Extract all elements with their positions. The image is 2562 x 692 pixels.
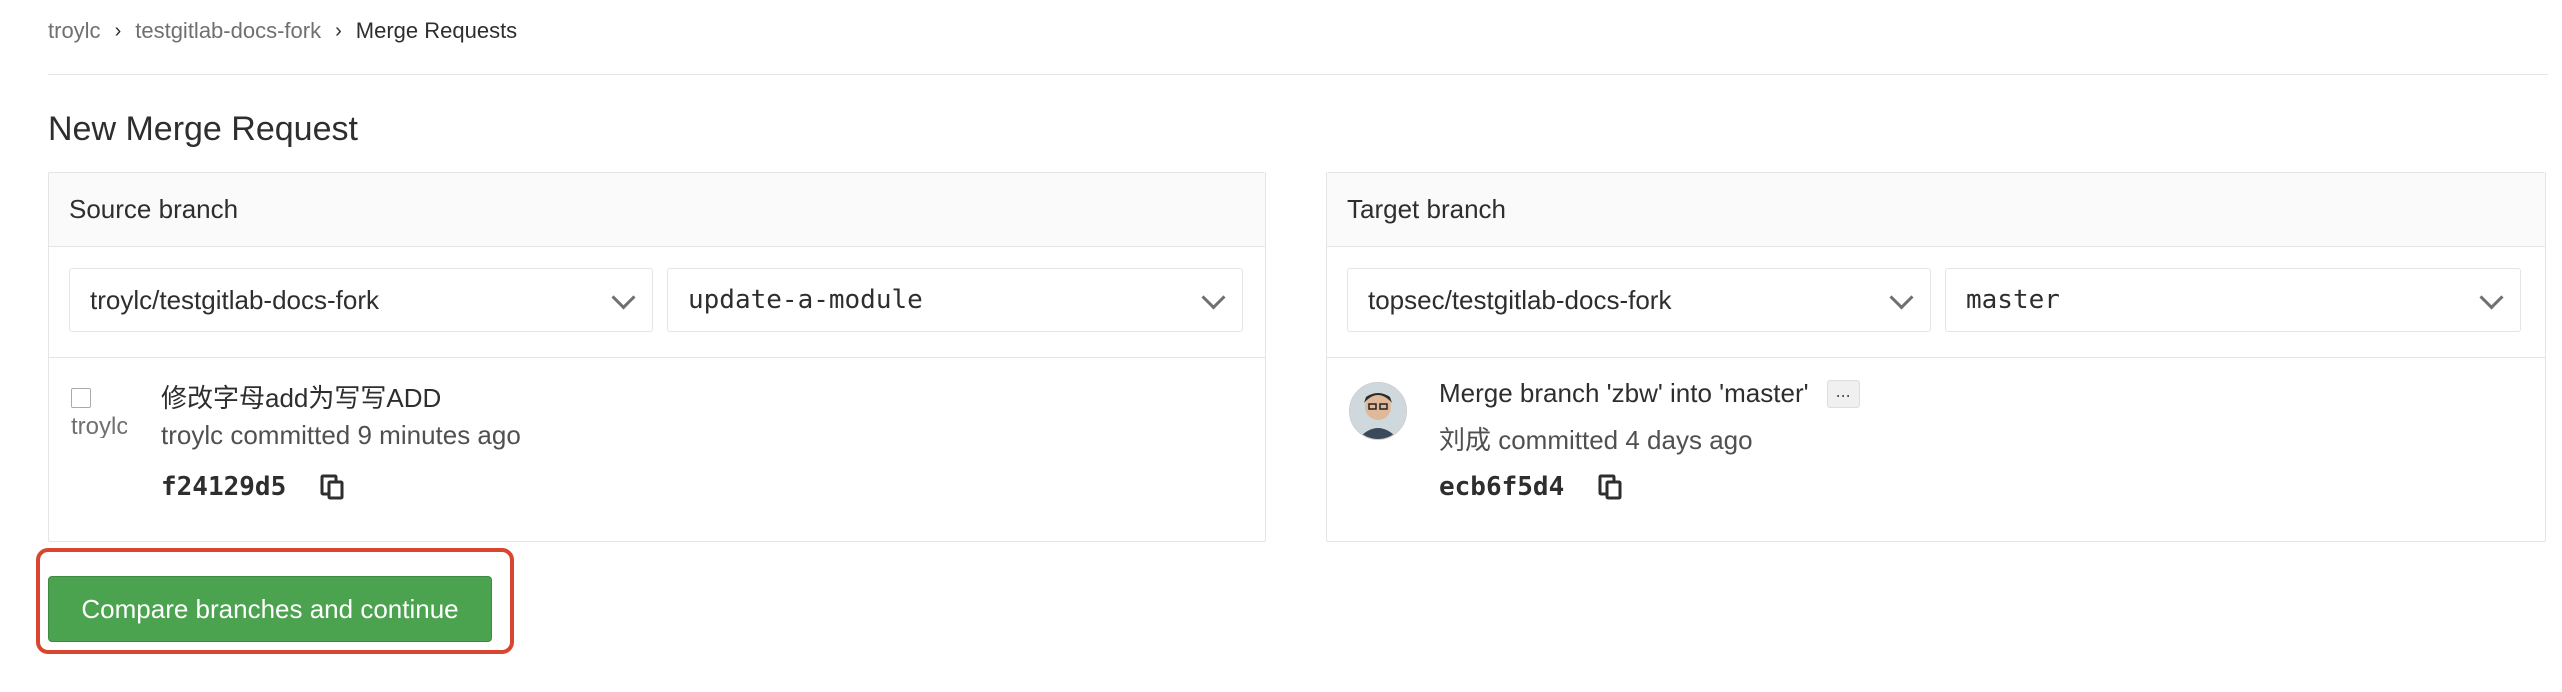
target-project-dropdown[interactable]: topsec/testgitlab-docs-fork [1347, 268, 1931, 332]
target-branch-panel: Target branch topsec/testgitlab-docs-for… [1326, 172, 2546, 542]
page-title: New Merge Request [48, 110, 358, 148]
target-commit: Merge branch 'zbw' into 'master' ... 刘成 … [1327, 358, 2545, 542]
commit-sha[interactable]: f24129d5 [161, 472, 286, 502]
source-branch-panel: Source branch troylc/testgitlab-docs-for… [48, 172, 1266, 542]
chevron-down-icon [1201, 285, 1226, 310]
source-branch-dropdown[interactable]: update-a-module [667, 268, 1243, 332]
target-branch-value: master [1966, 285, 2060, 315]
compare-branches-button[interactable]: Compare branches and continue [48, 576, 492, 642]
source-commit: troylc 修改字母add为写写ADD troylc committed 9 … [49, 358, 1265, 542]
breadcrumb-link-user[interactable]: troylc [48, 18, 101, 44]
commit-sha-row: ecb6f5d4 [1439, 472, 1624, 502]
commit-sha-row: f24129d5 [161, 472, 346, 502]
commit-sha[interactable]: ecb6f5d4 [1439, 472, 1564, 502]
source-selects: troylc/testgitlab-docs-fork update-a-mod… [49, 247, 1265, 358]
copy-icon[interactable] [1596, 473, 1624, 501]
target-branch-header: Target branch [1327, 173, 2545, 247]
avatar: troylc [71, 382, 127, 438]
breadcrumb: troylc › testgitlab-docs-fork › Merge Re… [48, 14, 517, 48]
copy-icon[interactable] [318, 473, 346, 501]
chevron-right-icon: › [114, 19, 122, 42]
commit-meta: 刘成 committed 4 days ago [1439, 425, 1753, 455]
expand-commit-button[interactable]: ... [1826, 379, 1860, 408]
chevron-down-icon [2479, 285, 2504, 310]
commit-title[interactable]: 修改字母add为写写ADD [161, 378, 441, 415]
commit-title-text: 修改字母add为写写ADD [161, 383, 442, 413]
header-divider [48, 74, 2548, 75]
avatar [1349, 382, 1407, 440]
target-project-value: topsec/testgitlab-docs-fork [1368, 284, 1672, 315]
breadcrumb-current[interactable]: Merge Requests [356, 18, 517, 44]
commit-title[interactable]: Merge branch 'zbw' into 'master' ... [1439, 378, 1860, 409]
source-branch-header: Source branch [49, 173, 1265, 247]
chevron-down-icon [611, 285, 636, 310]
source-project-dropdown[interactable]: troylc/testgitlab-docs-fork [69, 268, 653, 332]
commit-meta: troylc committed 9 minutes ago [161, 420, 521, 450]
breadcrumb-link-project[interactable]: testgitlab-docs-fork [135, 18, 321, 44]
broken-image-icon [71, 387, 91, 408]
avatar-alt-text: troylc [71, 413, 127, 438]
chevron-down-icon [1889, 285, 1914, 310]
chevron-right-icon: › [335, 19, 342, 42]
source-branch-value: update-a-module [688, 285, 923, 315]
source-project-value: troylc/testgitlab-docs-fork [90, 284, 379, 315]
commit-title-text: Merge branch 'zbw' into 'master' [1439, 378, 1809, 408]
target-branch-dropdown[interactable]: master [1945, 268, 2521, 332]
target-selects: topsec/testgitlab-docs-fork master [1327, 247, 2545, 358]
